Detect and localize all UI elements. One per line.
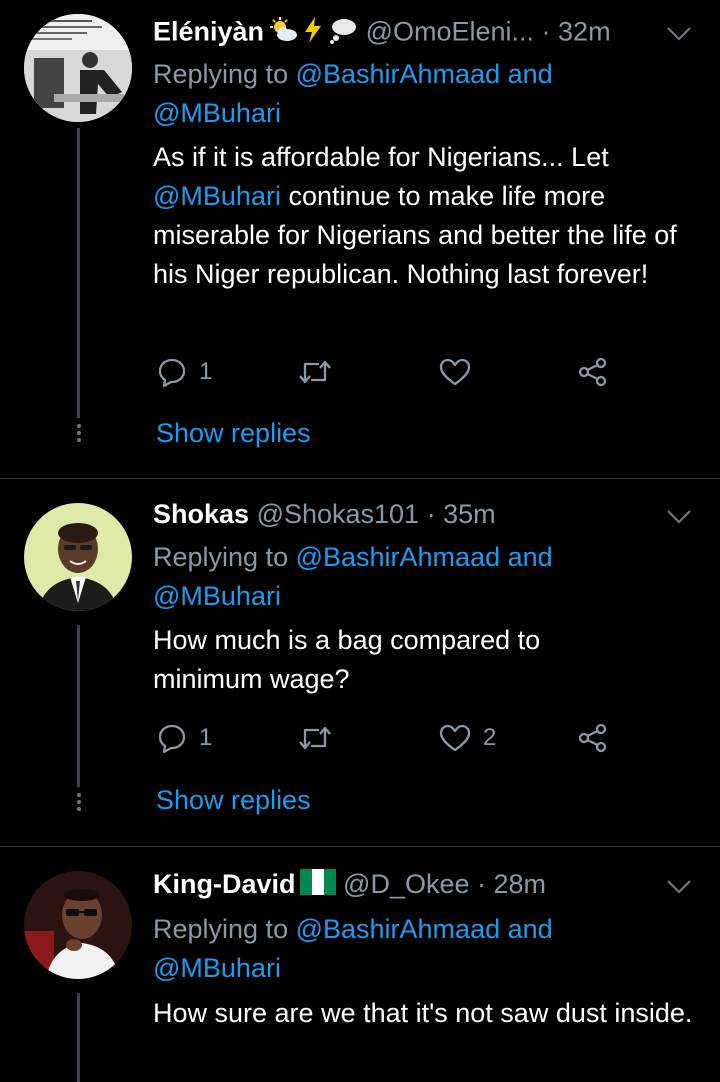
handle[interactable]: @Shokas101 [257, 499, 420, 529]
replying-to: Replying to @BashirAhmaad and @MBuhari [153, 542, 553, 611]
reply-count: 1 [199, 358, 213, 385]
show-replies-link[interactable]: Show replies [156, 418, 311, 449]
retweet-button[interactable] [297, 352, 345, 392]
reply-icon [158, 724, 186, 753]
chevron-down-icon[interactable] [666, 26, 692, 42]
tweet[interactable]: King-David @D_Okee · 28m Replying to @Ba… [0, 847, 720, 1082]
share-icon [578, 723, 607, 753]
share-icon [578, 357, 607, 387]
handle[interactable]: @D_Okee [343, 869, 469, 899]
mention-link[interactable]: @BashirAhmaad [296, 914, 501, 944]
avatar[interactable] [24, 503, 132, 611]
tweet-header: Eléniyàn @OmoEleni... · 32m [153, 16, 690, 52]
share-button[interactable] [577, 352, 609, 392]
retweet-icon [299, 360, 331, 384]
tweet[interactable]: Shokas @Shokas101 · 35m Replying to @Bas… [0, 479, 720, 845]
lightning-icon [302, 16, 324, 51]
mention-link[interactable]: @MBuhari [153, 98, 281, 128]
mention-link[interactable]: @MBuhari [153, 581, 281, 611]
avatar[interactable] [24, 14, 132, 122]
like-button[interactable]: 2 [439, 718, 496, 758]
tweet-header: Shokas @Shokas101 · 35m [153, 499, 690, 535]
tweet-text: How sure are we that it's not saw dust i… [153, 998, 693, 1028]
thread-line [77, 993, 80, 1082]
display-name[interactable]: Eléniyàn [153, 17, 264, 47]
show-replies-link[interactable]: Show replies [156, 785, 311, 816]
tweet-text: As if it is affordable for Nigerians... … [153, 142, 677, 289]
display-name[interactable]: Shokas [153, 499, 249, 529]
share-button[interactable] [577, 718, 609, 758]
retweet-icon [299, 726, 331, 750]
sun-behind-cloud-icon [268, 16, 298, 51]
thread-line [77, 128, 80, 418]
thread-line [77, 625, 80, 787]
replying-to: Replying to @BashirAhmaad and @MBuhari [153, 59, 553, 128]
chevron-down-icon[interactable] [666, 879, 692, 895]
thought-balloon-icon [328, 16, 358, 51]
tweet-actions: 1 2 [153, 718, 673, 758]
reply-icon [158, 358, 186, 387]
timestamp[interactable]: · 32m [542, 17, 611, 47]
mention-link[interactable]: @MBuhari [153, 181, 281, 211]
timestamp[interactable]: · 28m [477, 869, 546, 899]
retweet-button[interactable] [297, 718, 345, 758]
tweet-actions: 1 [153, 352, 673, 392]
heart-icon [439, 358, 471, 386]
mention-link[interactable]: @MBuhari [153, 953, 281, 983]
reply-button[interactable]: 1 [157, 718, 212, 758]
tweet-header: King-David @D_Okee · 28m [153, 869, 690, 905]
reply-count: 1 [199, 724, 213, 751]
replying-to: Replying to @BashirAhmaad and @MBuhari [153, 914, 553, 983]
reply-button[interactable]: 1 [157, 352, 212, 392]
timestamp[interactable]: · 35m [427, 499, 496, 529]
handle[interactable]: @OmoEleni... [366, 17, 534, 47]
heart-icon [439, 724, 471, 752]
mention-link[interactable]: @BashirAhmaad [296, 59, 501, 89]
nigeria-flag-icon [299, 869, 336, 902]
like-count: 2 [483, 724, 497, 751]
tweet-text: How much is a bag compared to minimum wa… [153, 625, 541, 694]
tweet[interactable]: Eléniyàn @OmoEleni... · 32m Replying to … [0, 0, 720, 478]
display-name[interactable]: King-David [153, 869, 296, 899]
like-button[interactable] [439, 352, 483, 392]
avatar[interactable] [24, 871, 132, 979]
more-dots-icon [76, 793, 82, 814]
more-dots-icon [76, 424, 82, 445]
chevron-down-icon[interactable] [666, 509, 692, 525]
mention-link[interactable]: @BashirAhmaad [296, 542, 501, 572]
